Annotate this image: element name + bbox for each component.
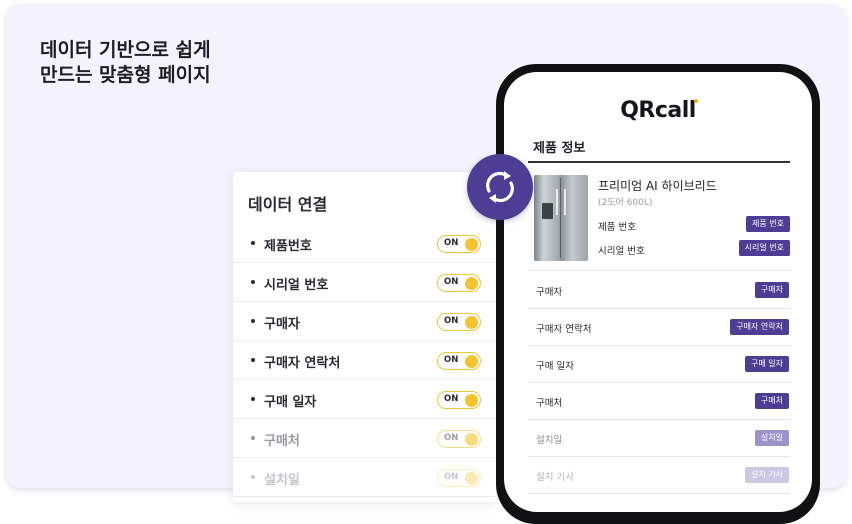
toggle-switch-install-date[interactable]: ON	[437, 469, 481, 487]
field-tag-install-date[interactable]: 설치일	[754, 430, 789, 446]
list-item-store: 구매처 ON	[233, 419, 496, 458]
qrcall-logo: QRcall	[620, 98, 696, 123]
toggle-label: ON	[444, 238, 459, 248]
list-item-buyer: 구매자 ON	[233, 302, 496, 341]
list-item-serial-number: 시리얼 번호 ON	[233, 263, 496, 302]
phone-screen: QRcall 제품 정보 프리미엄 AI 하이브리드 (2도어 600L) 제품…	[504, 72, 812, 512]
toggle-knob	[465, 393, 478, 407]
field-tag-purchase-date[interactable]: 구매 일자	[745, 356, 789, 372]
sync-arrows-icon	[486, 171, 514, 203]
field-label: 구매처	[536, 398, 563, 409]
toggle-label: ON	[444, 394, 459, 404]
toggle-switch-store[interactable]: ON	[437, 430, 481, 448]
list-item-label: 시리얼 번호	[264, 278, 329, 293]
toggle-knob	[465, 471, 478, 485]
list-item-label: 설치일	[264, 473, 300, 488]
logo-dot-icon	[694, 99, 698, 103]
section-divider	[528, 161, 790, 163]
toggle-label: ON	[444, 316, 459, 326]
toggle-switch-purchase-date[interactable]: ON	[437, 391, 481, 409]
toggle-knob	[465, 315, 478, 329]
field-label: 구매자	[536, 287, 563, 298]
serial-number-tag[interactable]: 시리얼 번호	[738, 240, 790, 256]
field-tag-installer[interactable]: 설치 기사	[745, 467, 789, 483]
list-item-label: 구매자 연락처	[264, 356, 341, 371]
headline-line-2: 만드는 맞춤형 페이지	[40, 64, 211, 86]
list-item-product-number: 제품번호 ON	[233, 224, 496, 263]
list-item-label: 제품번호	[264, 239, 312, 254]
product-number-label: 제품 번호	[598, 222, 636, 233]
toggle-switch-serial-number[interactable]: ON	[437, 274, 481, 292]
toggle-switch-product-number[interactable]: ON	[437, 235, 481, 253]
phone-mockup: QRcall 제품 정보 프리미엄 AI 하이브리드 (2도어 600L) 제품…	[496, 64, 820, 524]
bullet-icon	[251, 319, 255, 323]
toggle-switch-buyer-contact[interactable]: ON	[437, 352, 481, 370]
serial-number-label: 시리얼 번호	[598, 246, 645, 257]
dispenser-icon	[542, 203, 553, 219]
field-row-install-date: 설치일 설치일	[528, 420, 790, 457]
field-label: 구매 일자	[536, 361, 574, 372]
headline: 데이터 기반으로 쉽게 만드는 맞춤형 페이지	[40, 38, 211, 88]
toggle-switch-buyer[interactable]: ON	[437, 313, 481, 331]
field-tag-buyer-contact[interactable]: 구매자 연락처	[730, 319, 789, 335]
list-item-label: 구매자	[264, 317, 300, 332]
field-row-installer: 설치 기사 설치 기사	[528, 457, 790, 494]
panel-title: 데이터 연결	[248, 195, 328, 214]
toggle-knob	[465, 276, 478, 290]
handle-right	[564, 189, 566, 215]
field-label: 구매자 연락처	[536, 324, 592, 335]
bullet-icon	[251, 436, 255, 440]
list-item-purchase-date: 구매 일자 ON	[233, 380, 496, 419]
field-row-buyer-contact: 구매자 연락처 구매자 연락처	[528, 309, 790, 346]
bullet-icon	[251, 475, 255, 479]
field-row-purchase-date: 구매 일자 구매 일자	[528, 346, 790, 383]
data-field-list: 제품번호 ON 시리얼 번호 ON 구매자 ON 구매자 연락처 ON 구매 일…	[233, 224, 496, 497]
list-item-label: 구매처	[264, 434, 300, 449]
bullet-icon	[251, 397, 255, 401]
data-connection-panel: 데이터 연결 제품번호 ON 시리얼 번호 ON 구매자 ON 구매자 연락처 …	[233, 172, 496, 502]
field-label: 설치일	[536, 435, 563, 446]
field-tag-buyer[interactable]: 구매자	[754, 282, 789, 298]
list-item-label: 구매 일자	[264, 395, 317, 410]
handle-left	[556, 189, 558, 215]
bullet-icon	[251, 280, 255, 284]
toggle-knob	[465, 432, 478, 446]
product-subtitle: (2도어 600L)	[598, 198, 653, 208]
section-title: 제품 정보	[533, 141, 586, 156]
toggle-label: ON	[444, 277, 459, 287]
product-card: 프리미엄 AI 하이브리드 (2도어 600L) 제품 번호 제품 번호 시리얼…	[528, 167, 790, 271]
bullet-icon	[251, 358, 255, 362]
list-item-buyer-contact: 구매자 연락처 ON	[233, 341, 496, 380]
product-name: 프리미엄 AI 하이브리드	[598, 179, 717, 193]
bullet-icon	[251, 241, 255, 245]
headline-line-1: 데이터 기반으로 쉽게	[40, 39, 211, 61]
toggle-label: ON	[444, 355, 459, 365]
field-tag-store[interactable]: 구매처	[754, 393, 789, 409]
toggle-knob	[465, 354, 478, 368]
toggle-label: ON	[444, 472, 459, 482]
field-row-buyer: 구매자 구매자	[528, 272, 790, 309]
field-label: 설치 기사	[536, 472, 574, 483]
sync-badge	[467, 154, 533, 220]
product-number-tag[interactable]: 제품 번호	[746, 216, 790, 232]
list-item-install-date: 설치일 ON	[233, 458, 496, 497]
refrigerator-image	[534, 175, 588, 261]
toggle-knob	[465, 237, 478, 251]
toggle-label: ON	[444, 433, 459, 443]
field-row-store: 구매처 구매처	[528, 383, 790, 420]
